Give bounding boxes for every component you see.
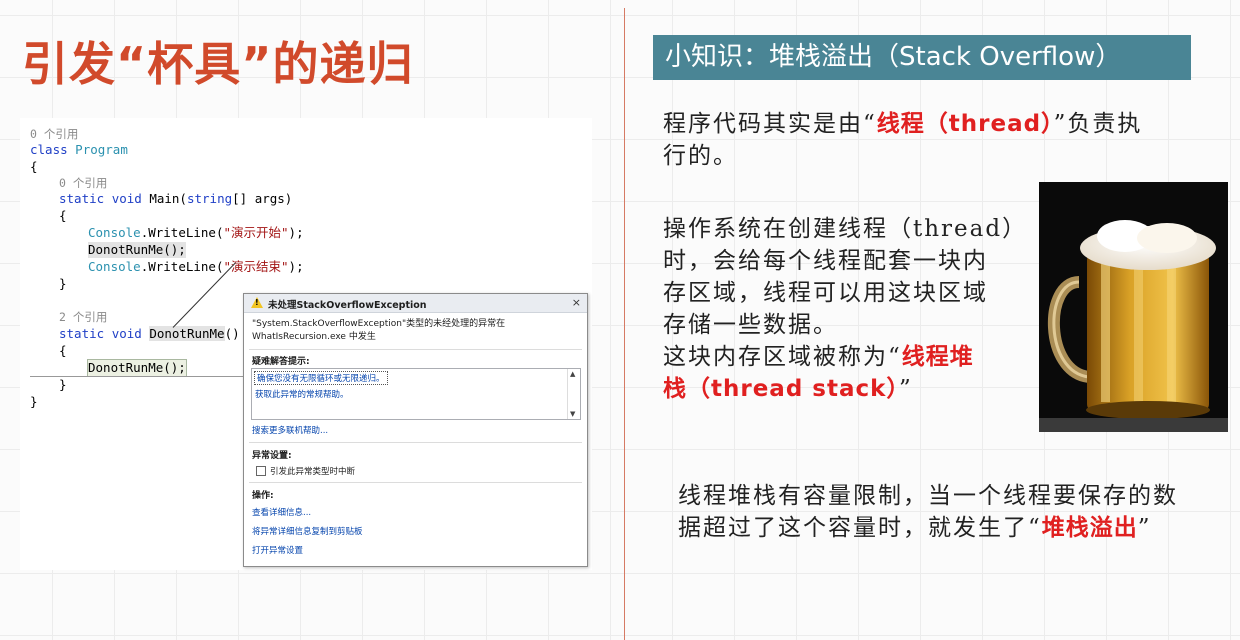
keyword: class: [30, 142, 68, 157]
tips-label: 疑难解答提示:: [252, 357, 310, 367]
paragraph-line: 程序代码其实是由“线程（thread）”负责执: [663, 108, 1203, 140]
string-literal: "演示开始": [223, 225, 289, 240]
break-on-exception-label: 引发此异常类型时中断: [270, 467, 356, 477]
method-name: DonotRunMe: [149, 326, 225, 341]
code-brace: {: [59, 208, 67, 223]
exception-header: ! 未处理StackOverflowException ×: [244, 294, 587, 313]
exception-message: "System.StackOverflowException"类型的未经处理的异…: [252, 318, 577, 344]
paragraph-line: 线程堆栈有容量限制，当一个线程要保存的数: [678, 483, 1178, 509]
divider: [249, 482, 582, 483]
keyword: void: [111, 326, 142, 341]
paragraph-thread: 程序代码其实是由“线程（thread）”负责执 行的。: [663, 108, 1203, 172]
current-line-marker: [30, 376, 250, 377]
paragraph-line: 据超过了这个容量时，就发生了“堆栈溢出”: [678, 512, 1223, 544]
text: ”负责执: [1053, 111, 1143, 137]
close-icon[interactable]: ×: [572, 296, 581, 309]
type-name: Console: [88, 225, 141, 240]
code-brace: }: [59, 377, 67, 392]
code-brace: }: [30, 394, 38, 409]
string-literal: "演示结束": [223, 259, 289, 274]
knowledge-banner: 小知识：堆栈溢出（Stack Overflow）: [653, 35, 1191, 80]
paragraph-line: 时，会给每个线程配套一块内: [663, 248, 988, 274]
highlight-text: 线程堆: [901, 344, 974, 370]
view-details-link[interactable]: 查看详细信息...: [252, 506, 311, 518]
open-exception-settings-link[interactable]: 打开异常设置: [252, 544, 303, 556]
paragraph-stack-overflow: 线程堆栈有容量限制，当一个线程要保存的数 据超过了这个容量时，就发生了“堆栈溢出…: [678, 480, 1223, 544]
highlight-text: 栈（thread stack）: [663, 376, 899, 402]
keyword: string: [186, 191, 233, 206]
tip-link-recursion[interactable]: 确保您没有无限循环或无限递归。: [254, 371, 388, 385]
paragraph-line: 存区域，线程可以用这块区域: [663, 280, 988, 306]
highlight-text: 堆栈溢出: [1041, 515, 1138, 541]
paragraph-line: 行的。: [663, 143, 738, 169]
code-punct: );: [288, 259, 304, 274]
tip-link-general-help[interactable]: 获取此异常的常规帮助。: [255, 388, 349, 400]
keyword: void: [111, 191, 142, 206]
exception-message-line: WhatIsRecursion.exe 中发生: [252, 332, 376, 342]
code-line-main: static void Main(string[] args): [59, 191, 292, 207]
keyword: static: [59, 326, 105, 341]
text: 程序代码其实是由“: [663, 111, 877, 137]
code-line-recursive-call: DonotRunMe();: [87, 359, 187, 377]
code-brace: }: [59, 276, 67, 291]
paragraph-thread-stack: 操作系统在创建线程（thread） 时，会给每个线程配套一块内 存区域，线程可以…: [663, 213, 1035, 405]
actions-label: 操作:: [252, 491, 274, 501]
reference-count: 2 个引用: [59, 310, 108, 324]
paragraph-line: 操作系统在创建线程（thread）: [663, 216, 1028, 242]
reference-count: 0 个引用: [30, 127, 79, 141]
code-brace: {: [30, 159, 38, 174]
text: ”: [1137, 515, 1152, 541]
keyword: static: [59, 191, 105, 206]
beer-mug-illustration: [1039, 182, 1228, 432]
text: 这块内存区域被称为“: [663, 344, 902, 370]
code-brace: {: [59, 343, 67, 358]
search-more-help-link[interactable]: 搜索更多联机帮助...: [252, 424, 328, 436]
code-line-console2: Console.WriteLine("演示结束");: [88, 259, 304, 275]
divider: [249, 442, 582, 443]
exception-title: 未处理StackOverflowException: [268, 300, 427, 311]
slide-divider: [624, 8, 625, 640]
text: ”: [898, 376, 913, 402]
method-call: .WriteLine(: [140, 259, 224, 274]
slide-title: 引发“杯具”的递归: [22, 37, 414, 91]
paragraph-line: 存储一些数据。: [663, 312, 838, 338]
code-punct: (): [224, 326, 240, 341]
exception-message-line: "System.StackOverflowException"类型的未经处理的异…: [252, 319, 506, 329]
method-name: Main(: [149, 191, 187, 206]
divider: [249, 349, 582, 350]
warning-icon-mark: !: [255, 298, 259, 307]
type-name: Program: [75, 142, 128, 157]
code-line-donot: static void DonotRunMe(): [59, 326, 240, 342]
tips-list: 确保您没有无限循环或无限递归。 获取此异常的常规帮助。 ▲ ▼: [251, 368, 581, 420]
exception-helper-popup: ! 未处理StackOverflowException × "System.St…: [243, 293, 588, 567]
code-line-call: DonotRunMe();: [88, 242, 186, 258]
settings-label: 异常设置:: [252, 451, 292, 461]
tips-scrollbar[interactable]: ▲ ▼: [567, 369, 580, 419]
method-call: .WriteLine(: [140, 225, 224, 240]
paragraph-line: 栈（thread stack）”: [663, 373, 1035, 405]
code-line-console1: Console.WriteLine("演示开始");: [88, 225, 304, 241]
code-line-class: class Program: [30, 142, 128, 158]
break-on-exception-checkbox[interactable]: [256, 466, 266, 476]
text: 据超过了这个容量时，就发生了“: [678, 515, 1042, 541]
paragraph-line: 这块内存区域被称为“线程堆: [663, 341, 1035, 373]
scroll-up-icon[interactable]: ▲: [570, 370, 575, 378]
parameters: [] args): [232, 191, 293, 206]
copy-details-link[interactable]: 将异常详细信息复制到剪贴板: [252, 525, 363, 537]
highlight-text: 线程（thread）: [876, 111, 1054, 137]
reference-count: 0 个引用: [59, 176, 108, 190]
beer-mug-image: [1039, 182, 1228, 432]
scroll-down-icon[interactable]: ▼: [570, 410, 575, 418]
code-punct: );: [288, 225, 304, 240]
type-name: Console: [88, 259, 141, 274]
